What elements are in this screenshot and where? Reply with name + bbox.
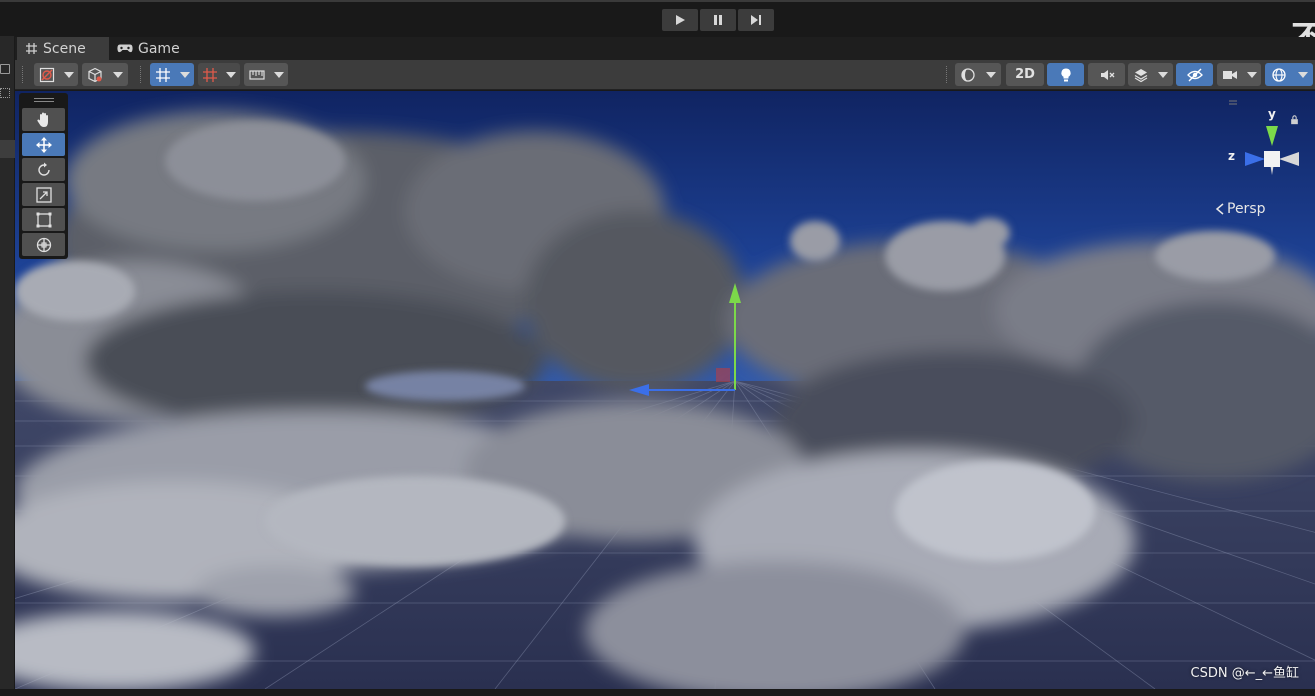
gamepad-icon [117, 44, 133, 53]
shading-dropdown[interactable] [82, 63, 128, 86]
gizmos-icon [1271, 67, 1286, 82]
transform-tool-button[interactable] [22, 233, 65, 256]
camera-icon [1222, 70, 1237, 79]
lighting-bulb-icon [1060, 67, 1071, 81]
pause-button[interactable] [700, 9, 736, 31]
gizmo-y-label: y [1268, 107, 1276, 121]
grid-icon [26, 43, 37, 54]
scene-render [15, 91, 1315, 689]
audio-mute-icon [1100, 69, 1114, 80]
panel-icon[interactable] [0, 88, 10, 98]
shading-cube-icon [88, 67, 102, 82]
scene-viewport[interactable]: y z Persp CSDN @←_←鱼缸 [15, 91, 1315, 689]
chevron-left-icon [1215, 203, 1224, 215]
projection-toggle[interactable]: Persp [1215, 201, 1266, 217]
play-bar: 不 [0, 0, 1315, 58]
rotate-icon [37, 162, 50, 176]
play-button[interactable] [662, 9, 698, 31]
increment-snap-icon [203, 67, 217, 82]
render-mode-icon [961, 67, 975, 82]
toolbar-separator [140, 66, 142, 83]
hand-icon [36, 112, 48, 127]
rect-tool-button[interactable] [22, 208, 65, 231]
hand-tool-button[interactable] [22, 108, 65, 131]
chevron-down-icon [1297, 71, 1308, 78]
tab-label: Game [138, 40, 180, 57]
draw-mode-dropdown[interactable] [34, 63, 78, 86]
chevron-down-icon [1158, 71, 1169, 78]
toolbar-separator [22, 66, 24, 83]
audio-toggle[interactable] [1088, 63, 1125, 86]
move-tool-button[interactable] [22, 133, 65, 156]
lighting-toggle[interactable] [1047, 63, 1084, 86]
scale-icon [35, 186, 52, 203]
camera-dropdown[interactable] [1217, 63, 1261, 86]
scene-toolbar: 2D [15, 60, 1315, 90]
left-panel-strip [0, 36, 15, 696]
step-icon [751, 15, 761, 25]
tab-scene[interactable]: Scene [17, 37, 109, 60]
gizmo-z-label: z [1228, 149, 1235, 163]
draw-mode-icon [39, 67, 54, 82]
tab-label: Scene [43, 40, 86, 57]
watermark: CSDN @←_←鱼缸 [1190, 666, 1299, 681]
hidden-objects-icon [1186, 68, 1203, 81]
play-controls [662, 9, 774, 31]
rotate-tool-button[interactable] [22, 158, 65, 181]
toolbar-separator [946, 66, 948, 83]
hidden-objects-toggle[interactable] [1176, 63, 1213, 86]
increment-snap-dropdown[interactable] [198, 63, 240, 86]
tab-game[interactable]: Game [109, 37, 189, 60]
tool-palette [19, 93, 68, 259]
chevron-down-icon [273, 71, 284, 78]
chevron-down-icon [179, 71, 190, 78]
effects-dropdown[interactable] [1128, 63, 1173, 86]
grid-snap-icon [155, 67, 170, 82]
axis-gizmo-graphic [1229, 100, 1299, 175]
grid-snap-dropdown[interactable] [150, 63, 194, 86]
transform-icon [36, 237, 51, 252]
ruler-dropdown[interactable] [244, 63, 288, 86]
ruler-icon [248, 69, 265, 80]
pause-icon [714, 15, 722, 25]
move-icon [35, 136, 52, 153]
chevron-down-icon [63, 71, 74, 78]
render-mode-dropdown[interactable] [955, 63, 1001, 86]
rect-icon [36, 212, 51, 227]
2d-mode-label: 2D [1015, 67, 1035, 82]
projection-label: Persp [1227, 201, 1266, 217]
gizmos-dropdown[interactable] [1265, 63, 1313, 86]
play-icon [676, 15, 685, 25]
2d-mode-toggle[interactable]: 2D [1006, 63, 1044, 86]
chevron-down-icon [1246, 71, 1257, 78]
effects-icon [1134, 68, 1148, 82]
palette-grip[interactable] [33, 98, 54, 102]
chevron-down-icon [986, 71, 996, 78]
panel-icon[interactable] [0, 64, 10, 74]
lock-icon[interactable] [1290, 115, 1299, 125]
scale-tool-button[interactable] [22, 183, 65, 206]
chevron-down-icon [226, 71, 236, 78]
step-button[interactable] [738, 9, 774, 31]
chevron-down-icon [113, 71, 123, 78]
bottom-edge [0, 689, 1315, 696]
view-tabs: Scene Game [15, 37, 1315, 60]
unity-editor-window: 不 Scene Game [0, 0, 1315, 696]
selected-row[interactable] [0, 140, 15, 158]
